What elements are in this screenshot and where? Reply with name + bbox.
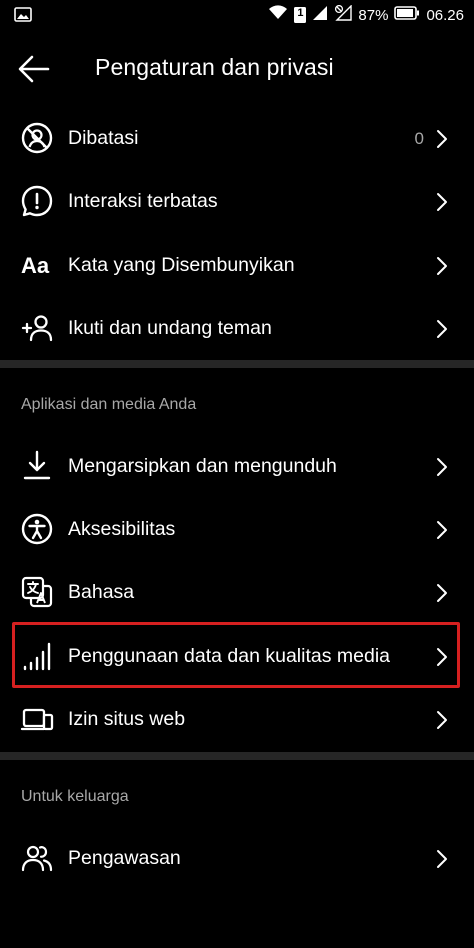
battery-icon xyxy=(394,6,420,24)
chevron-right-icon xyxy=(436,710,448,730)
settings-row-limited-interactions[interactable]: Interaksi terbatas xyxy=(0,170,474,233)
row-label: Dibatasi xyxy=(68,127,139,149)
battery-percent: 87% xyxy=(358,6,389,24)
row-label: Mengarsipkan dan mengunduh xyxy=(68,455,337,477)
settings-row-website-permissions[interactable]: Izin situs web xyxy=(0,688,474,751)
download-icon xyxy=(20,449,54,483)
page-title: Pengaturan dan privasi xyxy=(95,54,334,80)
chevron-right-icon xyxy=(436,256,448,276)
settings-row-accessibility[interactable]: Aksesibilitas xyxy=(0,498,474,561)
signal-icon xyxy=(312,5,328,25)
back-button[interactable] xyxy=(18,52,58,86)
settings-row-data-usage[interactable]: Penggunaan data dan kualitas media xyxy=(0,625,474,688)
chevron-right-icon xyxy=(436,647,448,667)
settings-row-follow-invite[interactable]: Ikuti dan undang teman xyxy=(0,297,474,360)
gallery-icon xyxy=(14,7,32,28)
chevron-right-icon xyxy=(436,520,448,540)
settings-row-supervision[interactable]: Pengawasan xyxy=(0,827,474,890)
section-divider xyxy=(0,752,474,760)
section-title-apps-media: Aplikasi dan media Anda xyxy=(21,396,197,413)
restricted-icon xyxy=(20,121,54,155)
wifi-icon xyxy=(268,5,288,25)
settings-row-language[interactable]: Bahasa xyxy=(0,561,474,624)
row-label: Bahasa xyxy=(68,581,135,603)
row-label: Penggunaan data dan kualitas media xyxy=(68,645,390,667)
arrow-left-icon xyxy=(18,55,50,83)
sim-badge-number: 1 xyxy=(297,7,304,19)
supervision-icon xyxy=(20,841,54,875)
settings-row-restricted[interactable]: Dibatasi 0 xyxy=(0,107,474,170)
status-bar: 1 87% 06.26 xyxy=(0,0,474,32)
chevron-right-icon xyxy=(436,583,448,603)
clock: 06.26 xyxy=(426,6,464,24)
settings-row-archive-download[interactable]: Mengarsipkan dan mengunduh xyxy=(0,435,474,498)
row-label: Pengawasan xyxy=(68,847,181,869)
section-title-family: Untuk keluarga xyxy=(21,788,129,805)
row-label: Izin situs web xyxy=(68,708,186,730)
restricted-count: 0 xyxy=(414,129,424,148)
no-signal-icon xyxy=(334,4,353,25)
row-label: Ikuti dan undang teman xyxy=(68,317,272,339)
add-person-icon xyxy=(20,311,54,345)
settings-row-hidden-words[interactable]: Aa Kata yang Disembunyikan xyxy=(0,234,474,297)
translate-icon xyxy=(20,575,54,609)
row-label: Aksesibilitas xyxy=(68,518,176,540)
chevron-right-icon xyxy=(436,849,448,869)
section-divider xyxy=(0,360,474,368)
chevron-right-icon xyxy=(436,129,448,149)
chevron-right-icon xyxy=(436,192,448,212)
row-label: Interaksi terbatas xyxy=(68,190,218,212)
chevron-right-icon xyxy=(436,319,448,339)
limited-interactions-icon xyxy=(20,184,54,218)
signal-bars-icon xyxy=(20,639,54,673)
hidden-words-icon: Aa xyxy=(20,248,54,282)
sim-badge-icon: 1 xyxy=(294,7,307,23)
chevron-right-icon xyxy=(436,457,448,477)
accessibility-icon xyxy=(20,512,54,546)
devices-icon xyxy=(20,702,54,736)
row-label: Kata yang Disembunyikan xyxy=(68,254,295,276)
svg-text:Aa: Aa xyxy=(21,253,50,278)
header: Pengaturan dan privasi xyxy=(0,40,474,98)
